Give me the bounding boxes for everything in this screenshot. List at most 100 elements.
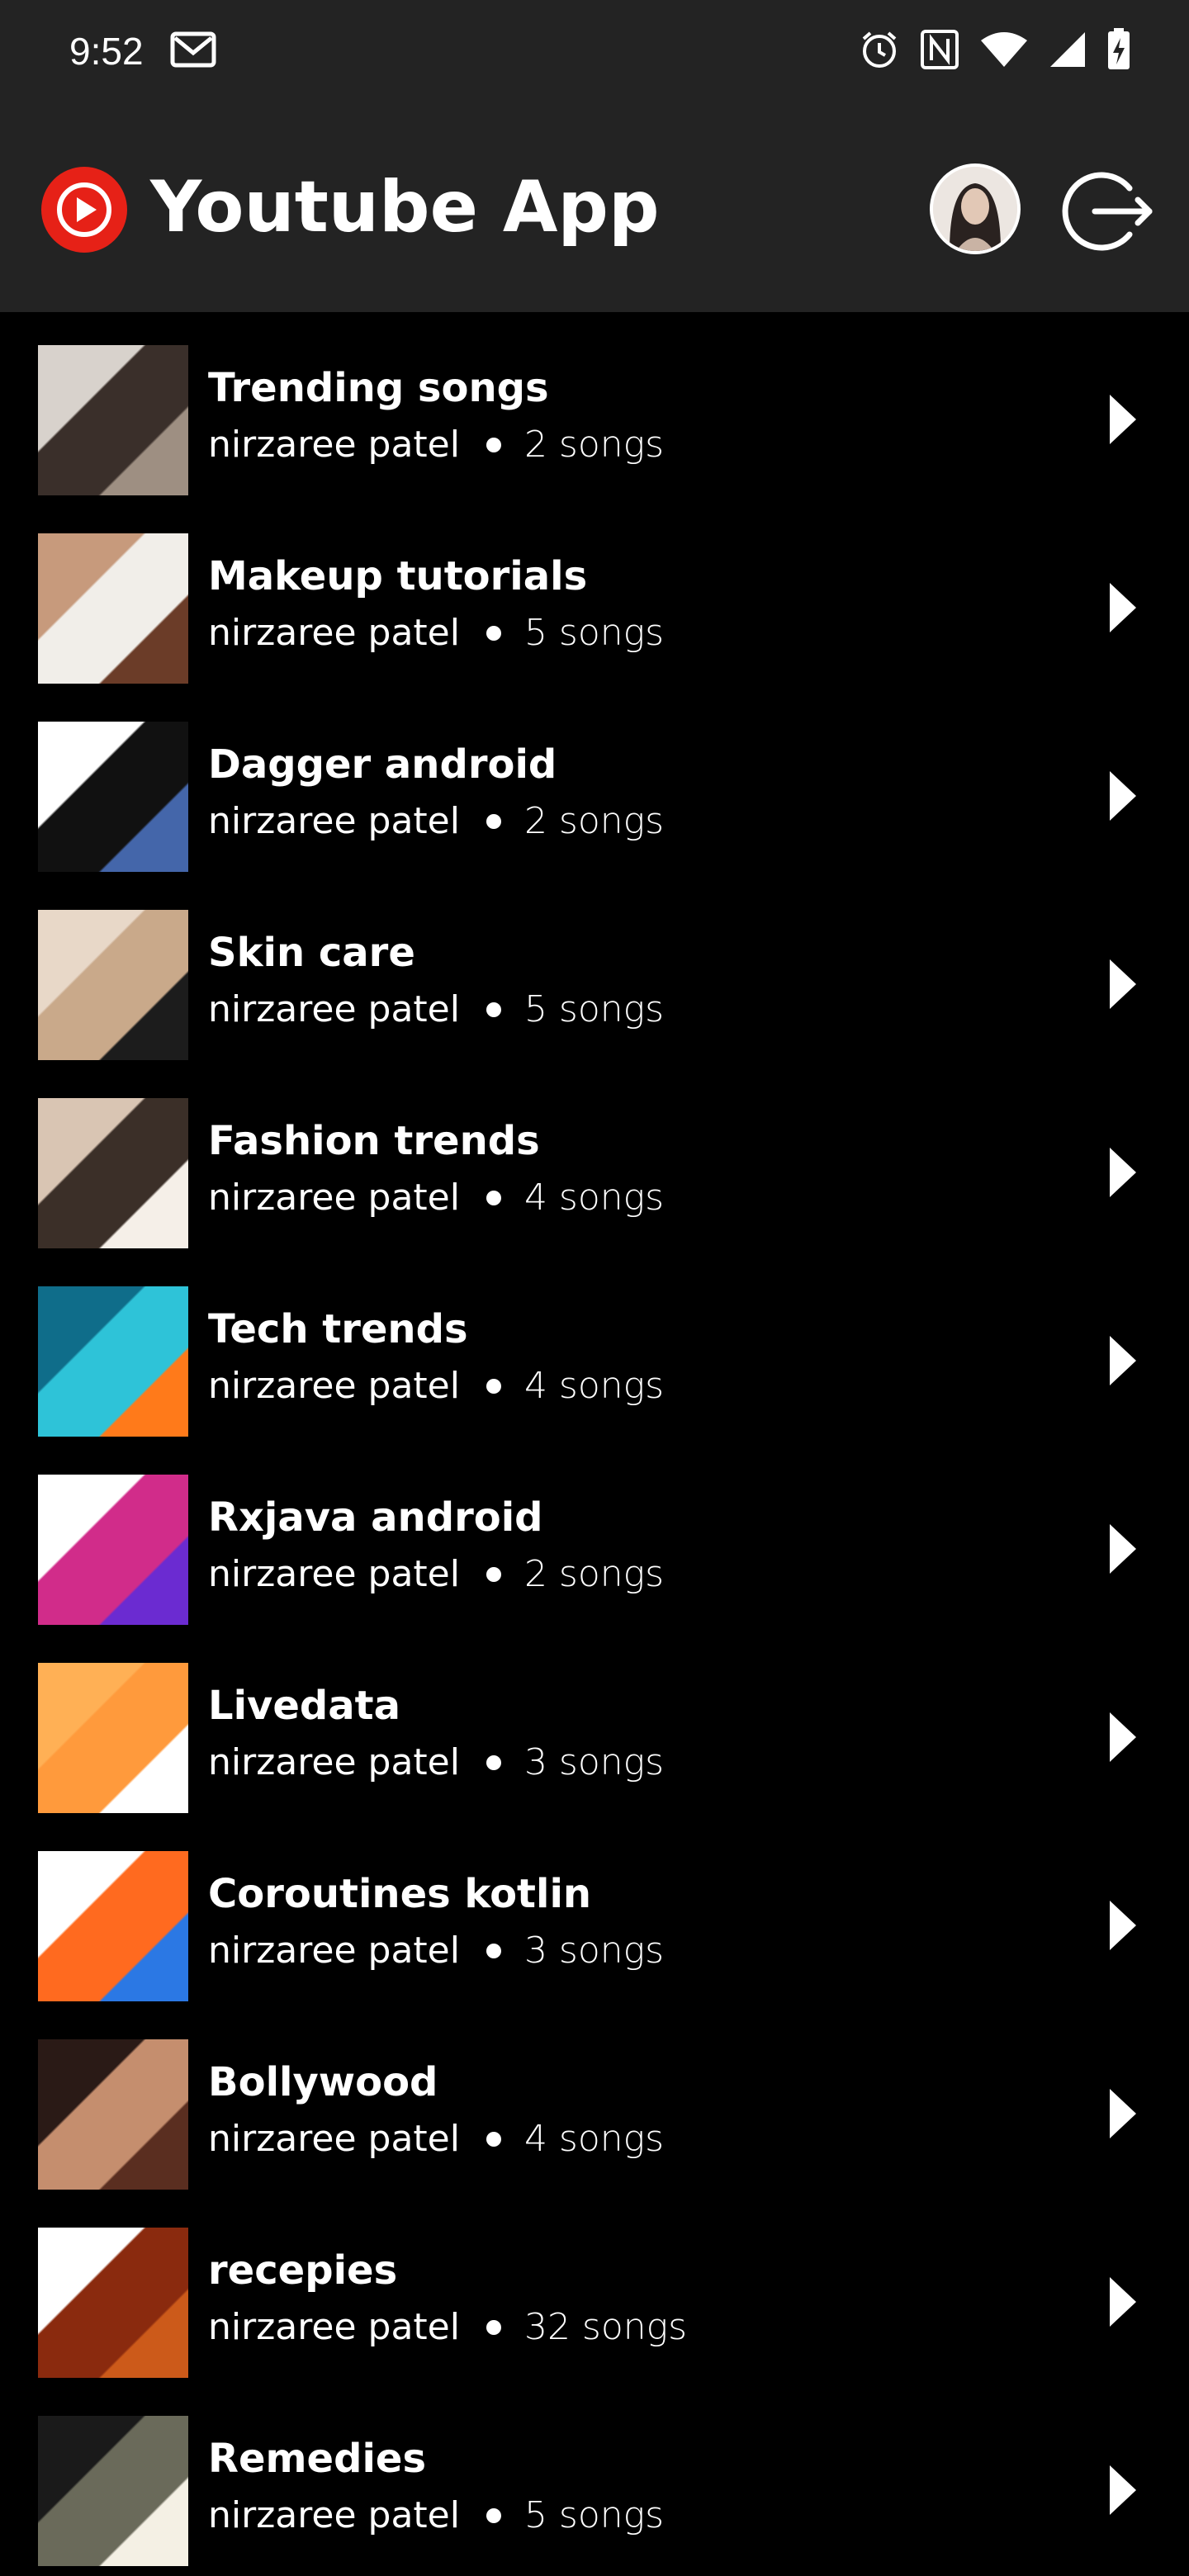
chevron-right-icon[interactable] (1110, 2277, 1136, 2327)
playlist-item[interactable]: Dagger android nirzaree patel 2 songs (0, 689, 1189, 877)
playlist-meta: nirzaree patel 5 songs (208, 609, 664, 657)
playlist-owner: nirzaree patel (208, 800, 460, 842)
gmail-icon (170, 31, 216, 72)
separator-dot-icon (486, 2132, 501, 2147)
separator-dot-icon (486, 1379, 501, 1394)
playlist-title: Makeup tutorials (208, 553, 588, 599)
playlist-meta: nirzaree patel 5 songs (208, 986, 664, 1034)
chevron-right-icon[interactable] (1110, 583, 1136, 632)
separator-dot-icon (486, 1002, 501, 1017)
playlist-title: Livedata (208, 1683, 400, 1729)
playlist-song-count: 5 songs (523, 2494, 664, 2536)
playlist-title: recepies (208, 2247, 398, 2294)
playlist-title: Remedies (208, 2436, 427, 2482)
playlist-thumbnail (38, 345, 188, 495)
separator-dot-icon (486, 438, 501, 452)
playlist-thumbnail (38, 1663, 188, 1813)
logout-icon[interactable] (1059, 163, 1154, 259)
separator-dot-icon (486, 1191, 501, 1205)
playlist-owner: nirzaree patel (208, 1177, 460, 1219)
chevron-right-icon[interactable] (1110, 1712, 1136, 1762)
alarm-icon (859, 29, 900, 74)
playlist-song-count: 2 songs (523, 800, 664, 842)
nfc-icon (920, 29, 959, 74)
playlist-item[interactable]: Fashion trends nirzaree patel 4 songs (0, 1065, 1189, 1253)
playlist-song-count: 3 songs (523, 1741, 664, 1783)
chevron-right-icon[interactable] (1110, 395, 1136, 444)
separator-dot-icon (486, 2320, 501, 2335)
separator-dot-icon (486, 814, 501, 829)
playlist-song-count: 4 songs (523, 1177, 664, 1219)
separator-dot-icon (486, 626, 501, 641)
playlist-item[interactable]: Tech trends nirzaree patel 4 songs (0, 1253, 1189, 1442)
playlist-meta: nirzaree patel 4 songs (208, 2115, 664, 2163)
playlist-song-count: 2 songs (523, 424, 664, 466)
playlist-owner: nirzaree patel (208, 1930, 460, 1972)
playlist-item[interactable]: Livedata nirzaree patel 3 songs (0, 1630, 1189, 1818)
playlist-meta: nirzaree patel 5 songs (208, 2492, 664, 2540)
playlist-song-count: 4 songs (523, 2118, 664, 2160)
playlist-item[interactable]: Rxjava android nirzaree patel 2 songs (0, 1442, 1189, 1630)
playlist-meta: nirzaree patel 4 songs (208, 1174, 664, 1222)
chevron-right-icon[interactable] (1110, 2465, 1136, 2515)
playlist-song-count: 2 songs (523, 1553, 664, 1595)
playlist-item[interactable]: recepies nirzaree patel 32 songs (0, 2195, 1189, 2383)
playlist-thumbnail (38, 722, 188, 872)
playlist-meta: nirzaree patel 32 songs (208, 2304, 687, 2351)
chevron-right-icon[interactable] (1110, 1901, 1136, 1950)
playlist-owner: nirzaree patel (208, 424, 460, 466)
playlist-song-count: 5 songs (523, 988, 664, 1030)
playlist-thumbnail (38, 533, 188, 684)
playlist-owner: nirzaree patel (208, 1741, 460, 1783)
playlist-title: Fashion trends (208, 1118, 540, 1164)
playlist-meta: nirzaree patel 2 songs (208, 421, 664, 469)
youtube-play-icon (40, 165, 129, 254)
playlist-title: Coroutines kotlin (208, 1871, 592, 1917)
playlist-item[interactable]: Remedies nirzaree patel 5 songs (0, 2383, 1189, 2571)
playlist-title: Skin care (208, 930, 415, 976)
playlist-song-count: 4 songs (523, 1365, 664, 1407)
app-bar: Youtube App (0, 104, 1189, 312)
app-title: Youtube App (150, 166, 660, 249)
status-bar: 9:52 (0, 0, 1189, 104)
playlist-title: Dagger android (208, 741, 557, 788)
playlist-song-count: 3 songs (523, 1930, 664, 1972)
battery-charging-icon (1106, 28, 1131, 75)
playlist-thumbnail (38, 2228, 188, 2378)
playlist-meta: nirzaree patel 2 songs (208, 1551, 664, 1598)
playlist-list[interactable]: Trending songs nirzaree patel 2 songs Makeu… (0, 312, 1189, 2576)
playlist-item[interactable]: Trending songs nirzaree patel 2 songs (0, 312, 1189, 500)
playlist-thumbnail (38, 1851, 188, 2001)
playlist-title: Rxjava android (208, 1494, 543, 1541)
playlist-song-count: 32 songs (523, 2306, 687, 2348)
playlist-item[interactable]: Coroutines kotlin nirzaree patel 3 songs (0, 1818, 1189, 2006)
playlist-meta: nirzaree patel 2 songs (208, 798, 664, 845)
separator-dot-icon (486, 2508, 501, 2523)
chevron-right-icon[interactable] (1110, 2089, 1136, 2138)
playlist-meta: nirzaree patel 3 songs (208, 1739, 664, 1787)
chevron-right-icon[interactable] (1110, 1524, 1136, 1574)
playlist-thumbnail (38, 1098, 188, 1248)
playlist-owner: nirzaree patel (208, 2118, 460, 2160)
playlist-item[interactable]: Bollywood nirzaree patel 4 songs (0, 2006, 1189, 2195)
playlist-owner: nirzaree patel (208, 2306, 460, 2348)
chevron-right-icon[interactable] (1110, 959, 1136, 1009)
playlist-item[interactable]: Skin care nirzaree patel 5 songs (0, 877, 1189, 1065)
user-avatar[interactable] (930, 163, 1021, 254)
playlist-owner: nirzaree patel (208, 988, 460, 1030)
separator-dot-icon (486, 1944, 501, 1958)
playlist-thumbnail (38, 1286, 188, 1437)
playlist-owner: nirzaree patel (208, 1365, 460, 1407)
cellular-signal-icon (1049, 31, 1087, 73)
playlist-meta: nirzaree patel 4 songs (208, 1362, 664, 1410)
separator-dot-icon (486, 1755, 501, 1770)
playlist-title: Tech trends (208, 1306, 468, 1352)
playlist-song-count: 5 songs (523, 612, 664, 654)
playlist-title: Trending songs (208, 365, 549, 411)
chevron-right-icon[interactable] (1110, 771, 1136, 821)
playlist-meta: nirzaree patel 3 songs (208, 1927, 664, 1975)
chevron-right-icon[interactable] (1110, 1148, 1136, 1197)
wifi-icon (979, 31, 1029, 73)
playlist-item[interactable]: Makeup tutorials nirzaree patel 5 songs (0, 500, 1189, 689)
chevron-right-icon[interactable] (1110, 1336, 1136, 1385)
